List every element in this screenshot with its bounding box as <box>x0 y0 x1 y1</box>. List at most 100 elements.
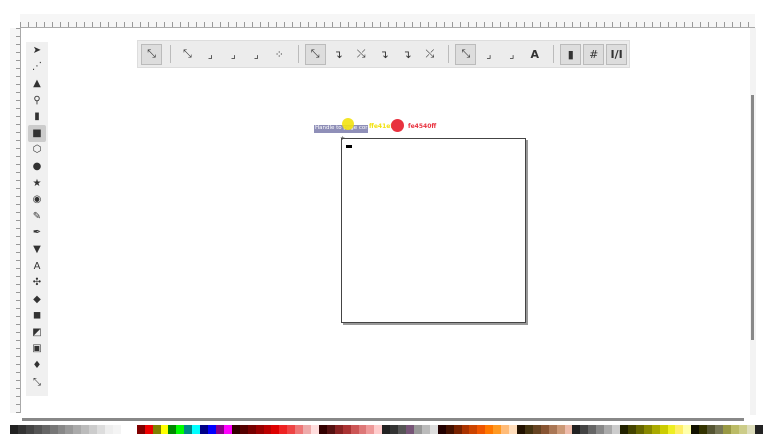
palette-swatch[interactable] <box>445 425 454 434</box>
palette-swatch[interactable] <box>136 425 145 434</box>
palette-swatch[interactable] <box>461 425 470 434</box>
palette-swatch[interactable] <box>65 425 74 434</box>
palette-swatch[interactable] <box>469 425 478 434</box>
palette-swatch[interactable] <box>493 425 502 434</box>
snap-bbox-button[interactable]: ⤡ <box>177 44 198 65</box>
spiral-tool-icon[interactable]: ◉ <box>28 191 46 208</box>
palette-swatch[interactable] <box>303 425 312 434</box>
snap-page-border-button[interactable]: ▮ <box>560 43 582 65</box>
palette-swatch[interactable] <box>715 425 723 434</box>
palette-swatch[interactable] <box>612 425 620 434</box>
snap-bbox-center-button[interactable]: ⁘ <box>269 44 290 65</box>
palette-swatch[interactable] <box>754 425 763 434</box>
palette-swatch[interactable] <box>295 425 304 434</box>
pencil-tool-icon[interactable]: ✎ <box>28 208 46 225</box>
rectangle-object[interactable] <box>346 145 352 148</box>
palette-swatch[interactable] <box>326 425 335 434</box>
palette-swatch[interactable] <box>97 425 106 434</box>
palette-swatch[interactable] <box>548 425 557 434</box>
vertical-scrollbar-thumb[interactable] <box>751 95 754 340</box>
palette-swatch[interactable] <box>105 425 113 434</box>
palette-swatch[interactable] <box>17 425 26 434</box>
snap-smooth-nodes-button[interactable]: ↴ <box>397 44 418 65</box>
palette-swatch[interactable] <box>263 425 272 434</box>
palette-swatch[interactable] <box>398 425 407 434</box>
palette-swatch[interactable] <box>485 425 494 434</box>
palette-swatch[interactable] <box>556 425 565 434</box>
palette-swatch[interactable] <box>604 425 613 434</box>
palette-swatch[interactable] <box>41 425 50 434</box>
mesh-tool-icon[interactable]: ▣ <box>28 341 46 358</box>
palette-swatch[interactable] <box>89 425 98 434</box>
horizontal-ruler[interactable] <box>20 14 755 28</box>
connector-tool-icon[interactable]: ⤡ <box>28 374 46 391</box>
palette-swatch[interactable] <box>675 425 684 434</box>
palette-swatch[interactable] <box>81 425 90 434</box>
palette-swatch[interactable] <box>627 425 636 434</box>
tweak-tool-icon[interactable]: ▲ <box>28 75 46 92</box>
palette-swatch[interactable] <box>619 425 628 434</box>
3d-box-tool-icon[interactable]: ⬡ <box>28 142 46 159</box>
measure-tool-icon[interactable]: ▮ <box>28 108 46 125</box>
snap-path-intersection-button[interactable]: ⤯ <box>351 44 372 65</box>
palette-swatch[interactable] <box>414 425 422 434</box>
rectangle-tool-icon[interactable]: ■ <box>28 124 46 142</box>
palette-swatch[interactable] <box>10 425 18 434</box>
spray-tool-icon[interactable]: ✣ <box>28 274 46 291</box>
horizontal-scrollbar[interactable] <box>22 418 744 421</box>
palette-swatch[interactable] <box>144 425 153 434</box>
palette-swatch[interactable] <box>168 425 177 434</box>
palette-swatch[interactable] <box>738 425 747 434</box>
palette-swatch[interactable] <box>231 425 240 434</box>
palette-swatch[interactable] <box>421 425 430 434</box>
palette-swatch[interactable] <box>128 425 137 434</box>
palette-swatch[interactable] <box>49 425 58 434</box>
palette-swatch[interactable] <box>572 425 581 434</box>
palette-swatch[interactable] <box>540 425 549 434</box>
snap-bbox-edge-button[interactable]: ⌟ <box>200 44 221 65</box>
snap-snap-toggle-button[interactable]: ⤡ <box>141 43 162 65</box>
calligraphy-tool-icon[interactable]: ▼ <box>28 241 46 258</box>
snap-guides-button[interactable]: I/I <box>606 43 628 65</box>
palette-swatch[interactable] <box>279 425 288 434</box>
palette-swatch[interactable] <box>374 425 383 434</box>
palette-swatch[interactable] <box>247 425 256 434</box>
palette-swatch[interactable] <box>707 425 716 434</box>
gradient-tool-icon[interactable]: ◩ <box>28 324 46 341</box>
node-tool-icon[interactable]: ⋰ <box>28 59 46 76</box>
palette-swatch[interactable] <box>722 425 731 434</box>
palette-swatch[interactable] <box>651 425 660 434</box>
palette-swatch[interactable] <box>453 425 462 434</box>
snap-path-button[interactable]: ↴ <box>328 44 349 65</box>
palette-swatch[interactable] <box>287 425 296 434</box>
palette-swatch[interactable] <box>215 425 224 434</box>
palette-swatch[interactable] <box>588 425 597 434</box>
palette-swatch[interactable] <box>239 425 248 434</box>
palette-swatch[interactable] <box>517 425 525 434</box>
palette-swatch[interactable] <box>477 425 486 434</box>
text-tool-icon[interactable]: A <box>28 258 46 275</box>
palette-swatch[interactable] <box>334 425 343 434</box>
palette-swatch[interactable] <box>580 425 589 434</box>
snap-bbox-midpoint-button[interactable]: ⌟ <box>246 44 267 65</box>
palette-swatch[interactable] <box>699 425 708 434</box>
palette-swatch[interactable] <box>223 425 232 434</box>
palette-swatch[interactable] <box>200 425 209 434</box>
palette-swatch[interactable] <box>33 425 42 434</box>
page-corner-handle[interactable]: + <box>340 135 345 142</box>
snap-nodes-button[interactable]: ⤡ <box>304 43 326 65</box>
palette-swatch[interactable] <box>342 425 351 434</box>
palette-swatch[interactable] <box>176 425 185 434</box>
pen-tool-icon[interactable]: ✒ <box>28 225 46 242</box>
palette-swatch[interactable] <box>691 425 700 434</box>
palette-swatch[interactable] <box>350 425 359 434</box>
palette-swatch[interactable] <box>596 425 605 434</box>
snap-bbox-corner-button[interactable]: ⌟ <box>223 44 244 65</box>
palette-swatch[interactable] <box>271 425 280 434</box>
palette-swatch[interactable] <box>152 425 161 434</box>
palette-swatch[interactable] <box>406 425 415 434</box>
palette-swatch[interactable] <box>746 425 755 434</box>
zoom-tool-icon[interactable]: ⚲ <box>28 92 46 109</box>
snap-others-button[interactable]: ⤡ <box>455 43 477 65</box>
palette-swatch[interactable] <box>311 425 319 434</box>
